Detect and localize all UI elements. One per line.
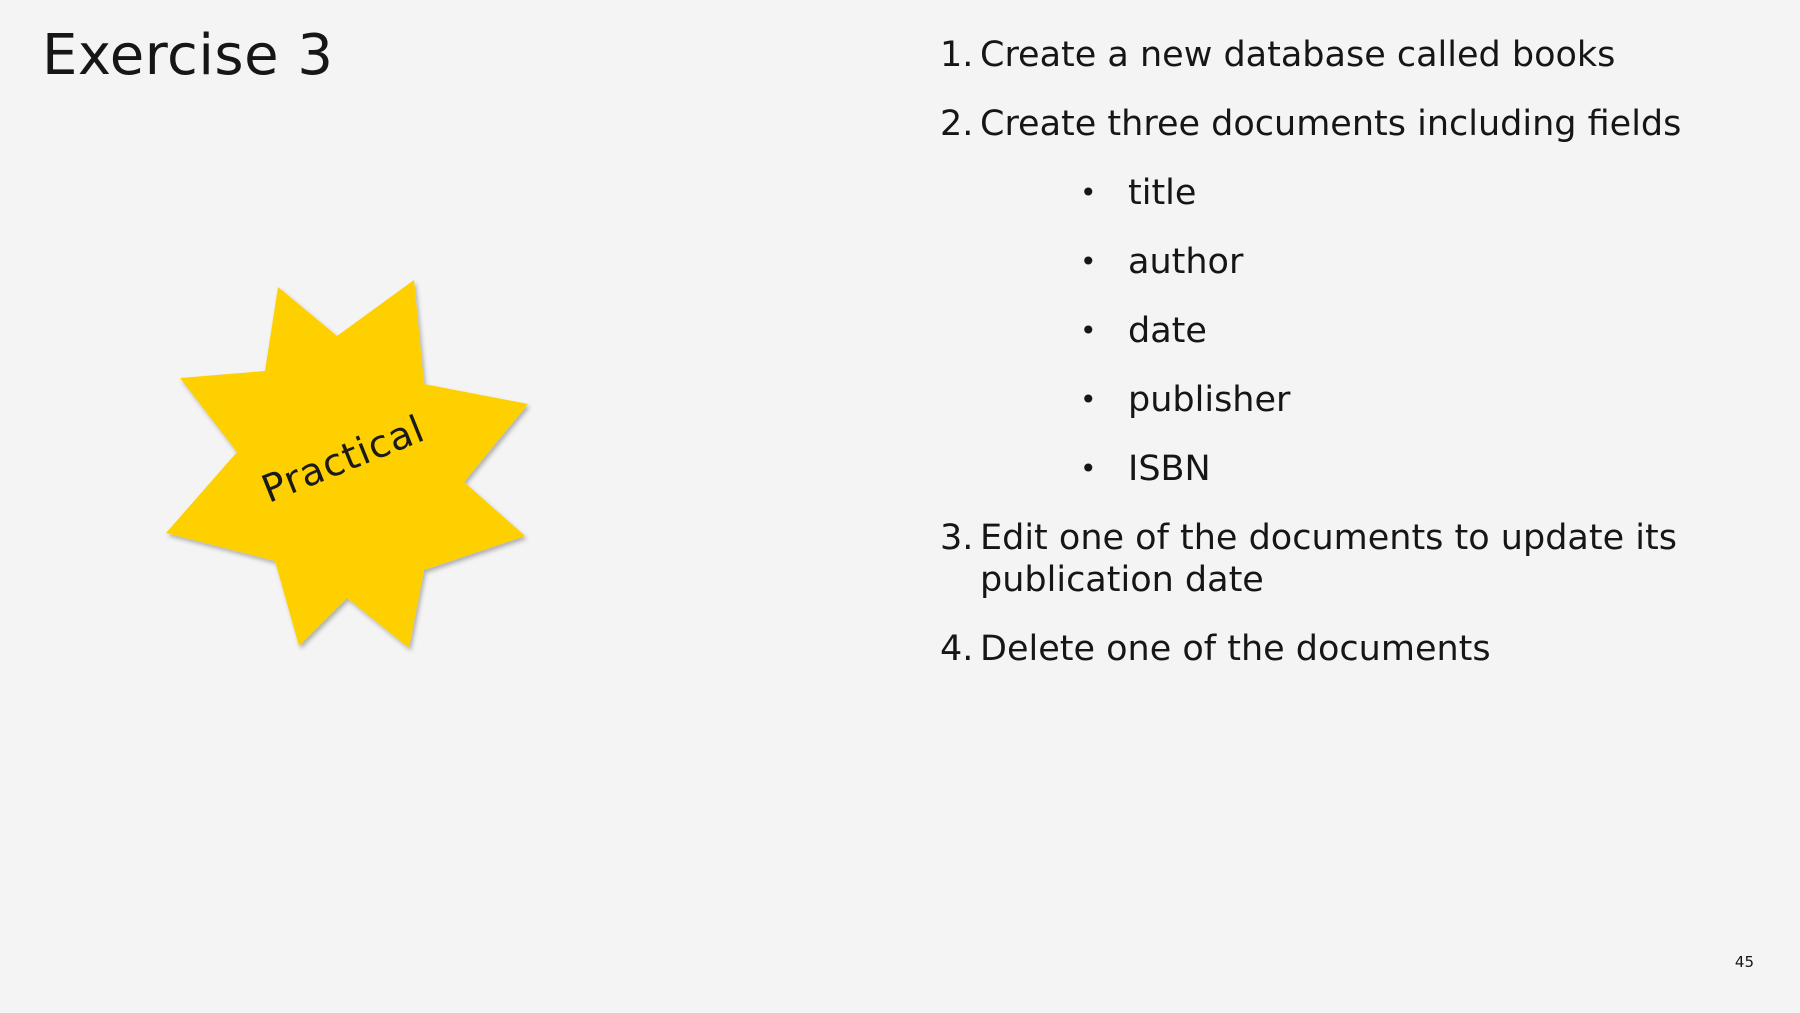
fields-list: • title • author • date • publisher • IS… <box>980 172 1760 490</box>
slide-title: Exercise 3 <box>42 23 334 88</box>
step-number: 1. <box>940 35 974 75</box>
step-item: 1. Create a new database called books <box>940 34 1760 76</box>
step-item: 4. Delete one of the documents <box>940 628 1760 670</box>
page-number: 45 <box>1734 953 1754 971</box>
bullet-icon: • <box>1080 314 1097 347</box>
bullet-icon: • <box>1080 245 1097 278</box>
step-text: Edit one of the documents to update its … <box>980 518 1677 600</box>
field-name: title <box>1128 173 1197 213</box>
steps-list: 1. Create a new database called books 2.… <box>940 34 1760 670</box>
starburst-icon: Practical <box>166 280 528 648</box>
bullet-icon: • <box>1080 176 1097 209</box>
practical-badge: Practical <box>160 275 540 655</box>
field-name: date <box>1128 311 1207 351</box>
step-number: 3. <box>940 518 974 558</box>
step-number: 4. <box>940 629 974 669</box>
slide: Exercise 3 Practical 1. Create a new dat… <box>0 0 1800 1013</box>
field-item: • title <box>980 172 1760 214</box>
field-item: • author <box>980 241 1760 283</box>
step-text: Create three documents including fields <box>980 104 1682 144</box>
step-item: 2. Create three documents including fiel… <box>940 103 1760 490</box>
bullet-icon: • <box>1080 383 1097 416</box>
field-item: • date <box>980 310 1760 352</box>
field-name: author <box>1128 242 1244 282</box>
field-name: publisher <box>1128 380 1291 420</box>
step-text: Create a new database called books <box>980 35 1616 75</box>
field-item: • ISBN <box>980 448 1760 490</box>
step-item: 3. Edit one of the documents to update i… <box>940 517 1760 601</box>
step-text: Delete one of the documents <box>980 629 1491 669</box>
field-item: • publisher <box>980 379 1760 421</box>
exercise-instructions: 1. Create a new database called books 2.… <box>940 34 1760 697</box>
bullet-icon: • <box>1080 452 1097 485</box>
step-number: 2. <box>940 104 974 144</box>
field-name: ISBN <box>1128 449 1211 489</box>
